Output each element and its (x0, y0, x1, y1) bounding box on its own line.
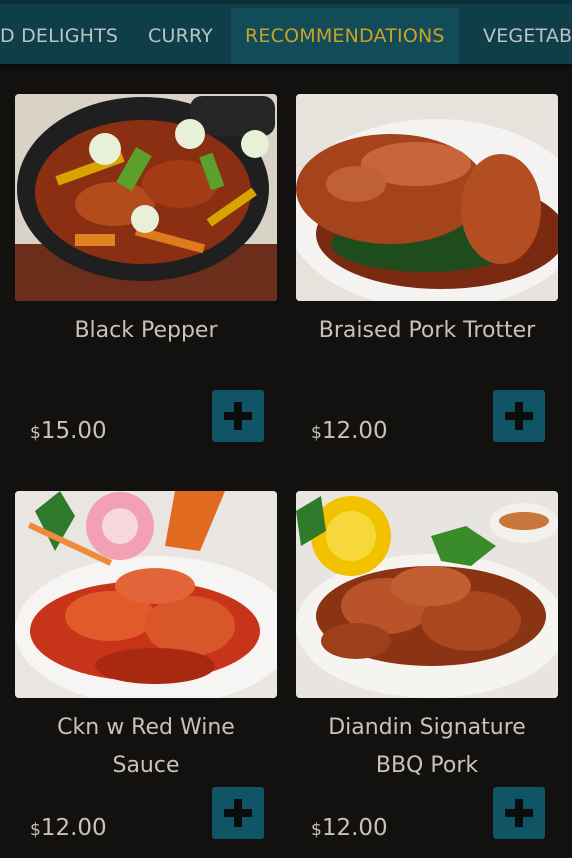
dish-image-black-pepper[interactable] (15, 94, 277, 301)
dish-name: Black Pepper (74, 318, 218, 343)
dish-name: Braised Pork Trotter (318, 318, 536, 343)
menu-card-ckn-red-wine-sauce[interactable]: Ckn w Red Wine Sauce $12.00 (15, 461, 277, 841)
menu-grid: Black Pepper $15.00 Braised Pork Trotter (0, 64, 572, 858)
currency-symbol: $ (311, 820, 322, 840)
currency-symbol: $ (30, 423, 41, 443)
menu-card-braised-pork-trotter[interactable]: Braised Pork Trotter $12.00 (296, 64, 558, 444)
dish-photo (15, 94, 277, 301)
price-value: 12.00 (321, 418, 388, 444)
tab-recommendations[interactable]: RECOMMENDATIONS (231, 8, 459, 64)
plus-icon (224, 799, 252, 827)
dish-image-diandin-signature-bbq-pork[interactable] (296, 491, 558, 698)
menu-card-black-pepper[interactable]: Black Pepper $15.00 (15, 64, 277, 444)
menu-card-diandin-signature-bbq-pork[interactable]: Diandin Signature BBQ Pork $12.00 (296, 461, 558, 841)
dish-photo (296, 94, 558, 301)
currency-symbol: $ (311, 423, 322, 443)
dish-name: Diandin Signature BBQ Pork (296, 709, 558, 785)
dish-name-line: BBQ Pork (375, 753, 479, 778)
add-to-cart-button[interactable] (493, 390, 545, 442)
tab-vegetables[interactable]: VEGETAB (483, 8, 572, 64)
tab-delights[interactable]: D DELIGHTS (0, 8, 118, 64)
plus-icon (505, 402, 533, 430)
dish-price: $12.00 (30, 815, 107, 841)
tab-curry[interactable]: CURRY (148, 8, 213, 64)
dish-photo (296, 491, 558, 698)
price-value: 12.00 (321, 815, 388, 841)
price-value: 12.00 (40, 815, 107, 841)
price-value: 15.00 (40, 418, 107, 444)
dish-image-ckn-red-wine-sauce[interactable] (15, 491, 277, 698)
plus-icon (505, 799, 533, 827)
plus-icon (224, 402, 252, 430)
dish-name: Ckn w Red Wine Sauce (15, 709, 277, 785)
dish-name-line: Sauce (112, 753, 180, 778)
currency-symbol: $ (30, 820, 41, 840)
dish-price: $12.00 (311, 418, 388, 444)
category-tab-bar: D DELIGHTS CURRY RECOMMENDATIONS VEGETAB (0, 0, 572, 64)
dish-name-line: Diandin Signature (328, 715, 526, 740)
add-to-cart-button[interactable] (212, 787, 264, 839)
dish-price: $12.00 (311, 815, 388, 841)
dish-price: $15.00 (30, 418, 107, 444)
dish-name-line: Ckn w Red Wine (57, 715, 235, 740)
dish-image-braised-pork-trotter[interactable] (296, 94, 558, 301)
dish-photo (15, 491, 277, 698)
add-to-cart-button[interactable] (212, 390, 264, 442)
add-to-cart-button[interactable] (493, 787, 545, 839)
